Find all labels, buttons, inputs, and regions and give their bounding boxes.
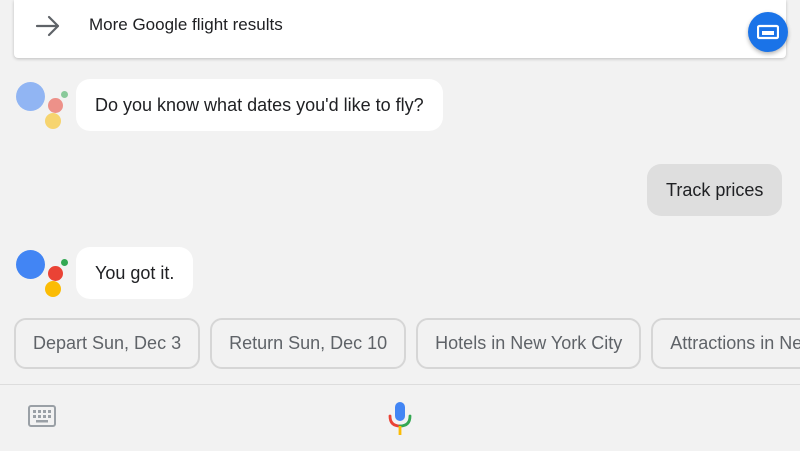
more-flight-results-label: More Google flight results — [89, 15, 283, 34]
arrow-right-icon — [35, 15, 60, 37]
suggestion-chip-hotels[interactable]: Hotels in New York City — [416, 318, 642, 369]
suggestion-chips: Depart Sun, Dec 3 Return Sun, Dec 10 Hotel… — [14, 318, 800, 370]
keyboard-icon[interactable] — [28, 405, 56, 427]
assistant-avatar — [14, 248, 68, 302]
suggestion-chip-return[interactable]: Return Sun, Dec 10 — [210, 318, 407, 369]
mic-icon[interactable] — [386, 401, 414, 437]
avatar-dot-blue — [16, 250, 45, 279]
cast-icon — [757, 24, 779, 40]
avatar-dot-yellow — [45, 281, 61, 297]
suggestion-chip-depart[interactable]: Depart Sun, Dec 3 — [14, 318, 201, 369]
avatar-dot-blue — [16, 82, 45, 111]
avatar-dot-green — [61, 91, 68, 98]
avatar-dot-red — [48, 98, 63, 113]
assistant-avatar — [14, 80, 68, 134]
assistant-message: Do you know what dates you'd like to fly… — [76, 79, 443, 131]
suggestion-chip-attractions[interactable]: Attractions in New York City — [651, 318, 800, 369]
avatar-dot-red — [48, 266, 63, 281]
assistant-message: You got it. — [76, 247, 194, 299]
cast-button[interactable] — [748, 12, 788, 52]
input-bar — [0, 384, 800, 451]
avatar-dot-green — [61, 259, 68, 266]
user-message: Track prices — [647, 164, 783, 216]
more-flight-results-card[interactable]: More Google flight results — [14, 0, 786, 58]
avatar-dot-yellow — [45, 113, 61, 129]
